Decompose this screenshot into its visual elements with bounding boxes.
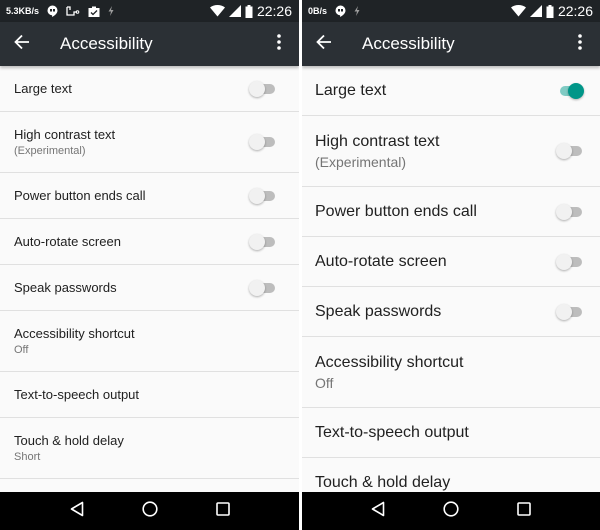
network-speed: 5.3KB/s	[6, 6, 40, 16]
voicemail-icon	[66, 5, 80, 17]
circle-home-icon	[141, 500, 158, 522]
clock: 22:26	[557, 3, 593, 19]
nav-recents-button[interactable]	[509, 496, 539, 526]
circle-home-icon	[443, 500, 459, 522]
more-vert-icon	[277, 33, 281, 55]
setting-label: Accessibility shortcut	[315, 353, 464, 371]
setting-power-button-ends-call[interactable]: Power button ends call	[302, 187, 600, 237]
setting-accessibility-shortcut[interactable]: Accessibility shortcut Off	[0, 311, 299, 372]
setting-label: Touch & hold delay	[315, 473, 451, 491]
auto-rotate-screen-toggle[interactable]	[556, 253, 584, 270]
toolbar: Accessibility	[302, 22, 600, 66]
setting-summary: Off	[315, 374, 334, 391]
network-speed: 0B/s	[308, 6, 328, 16]
arrow-back-icon	[14, 34, 30, 55]
charging-icon	[354, 6, 360, 16]
setting-label: Accessibility shortcut	[14, 326, 135, 341]
setting-summary: Off	[14, 344, 29, 356]
clipboard-check-icon	[88, 6, 100, 17]
status-bar: 5.3KB/s 22:26	[0, 0, 299, 22]
nav-back-button[interactable]	[62, 496, 92, 526]
square-recents-icon	[215, 501, 230, 521]
triangle-back-icon	[70, 501, 84, 522]
setting-large-text[interactable]: Large text	[0, 66, 299, 112]
triangle-back-icon	[371, 501, 385, 522]
setting-large-text[interactable]: Large text	[302, 66, 600, 116]
setting-power-button-ends-call[interactable]: Power button ends call	[0, 173, 299, 219]
settings-list: Large text High contrast text (Experimen…	[0, 66, 299, 492]
setting-label: Text-to-speech output	[315, 423, 469, 441]
setting-label: Text-to-speech output	[14, 387, 140, 402]
clock: 22:26	[256, 3, 292, 19]
page-title: Accessibility	[362, 34, 455, 53]
cell-signal-icon	[529, 5, 542, 17]
large-text-toggle[interactable]	[249, 80, 277, 97]
status-bar: 0B/s 22:26	[302, 0, 600, 22]
speak-passwords-toggle[interactable]	[556, 303, 584, 320]
nav-recents-button[interactable]	[208, 496, 238, 526]
high-contrast-text-toggle[interactable]	[249, 134, 277, 150]
battery-icon	[245, 4, 253, 18]
high-contrast-text-toggle[interactable]	[556, 143, 584, 159]
large-text-toggle[interactable]	[556, 82, 584, 99]
toolbar: Accessibility	[0, 22, 299, 66]
setting-touch-hold-delay[interactable]: Touch & hold delay	[302, 458, 600, 492]
setting-high-contrast-text[interactable]: High contrast text (Experimental)	[0, 112, 299, 173]
power-button-ends-call-toggle[interactable]	[556, 203, 584, 220]
phone-screen-left: 5.3KB/s 22:26 Accessibility Large text H…	[0, 0, 299, 530]
setting-high-contrast-text[interactable]: High contrast text (Experimental)	[302, 116, 600, 187]
setting-touch-hold-delay[interactable]: Touch & hold delay Short	[0, 418, 299, 479]
battery-icon	[546, 4, 554, 18]
arrow-back-icon	[316, 34, 332, 55]
phone-screen-right: 0B/s 22:26 Accessibility Large text High…	[302, 0, 600, 530]
auto-rotate-screen-toggle[interactable]	[249, 233, 277, 250]
setting-summary: Short	[14, 451, 41, 463]
nav-back-button[interactable]	[363, 496, 393, 526]
nav-home-button[interactable]	[436, 496, 466, 526]
wifi-icon	[209, 5, 225, 17]
more-vert-icon	[578, 33, 582, 55]
charging-icon	[108, 6, 114, 16]
hangouts-icon	[335, 5, 346, 17]
navigation-bar	[302, 492, 600, 530]
overflow-menu-button[interactable]	[568, 22, 592, 66]
overflow-menu-button[interactable]	[267, 22, 291, 66]
cell-signal-icon	[228, 5, 241, 17]
page-title: Accessibility	[60, 34, 153, 53]
setting-text-to-speech-output[interactable]: Text-to-speech output	[0, 372, 299, 418]
setting-accessibility-shortcut[interactable]: Accessibility shortcut Off	[302, 337, 600, 408]
setting-auto-rotate-screen[interactable]: Auto-rotate screen	[0, 219, 299, 265]
navigation-bar	[0, 492, 299, 530]
back-button[interactable]	[302, 22, 346, 66]
power-button-ends-call-toggle[interactable]	[249, 187, 277, 204]
setting-speak-passwords[interactable]: Speak passwords	[0, 265, 299, 311]
setting-speak-passwords[interactable]: Speak passwords	[302, 287, 600, 337]
wifi-icon	[510, 5, 526, 17]
speak-passwords-toggle[interactable]	[249, 279, 277, 296]
setting-label: Touch & hold delay	[14, 433, 124, 448]
hangouts-icon	[47, 5, 58, 17]
back-button[interactable]	[0, 22, 44, 66]
setting-text-to-speech-output[interactable]: Text-to-speech output	[302, 408, 600, 458]
square-recents-icon	[516, 501, 531, 521]
setting-auto-rotate-screen[interactable]: Auto-rotate screen	[302, 237, 600, 287]
settings-list: Large text High contrast text (Experimen…	[302, 66, 600, 492]
nav-home-button[interactable]	[135, 496, 165, 526]
